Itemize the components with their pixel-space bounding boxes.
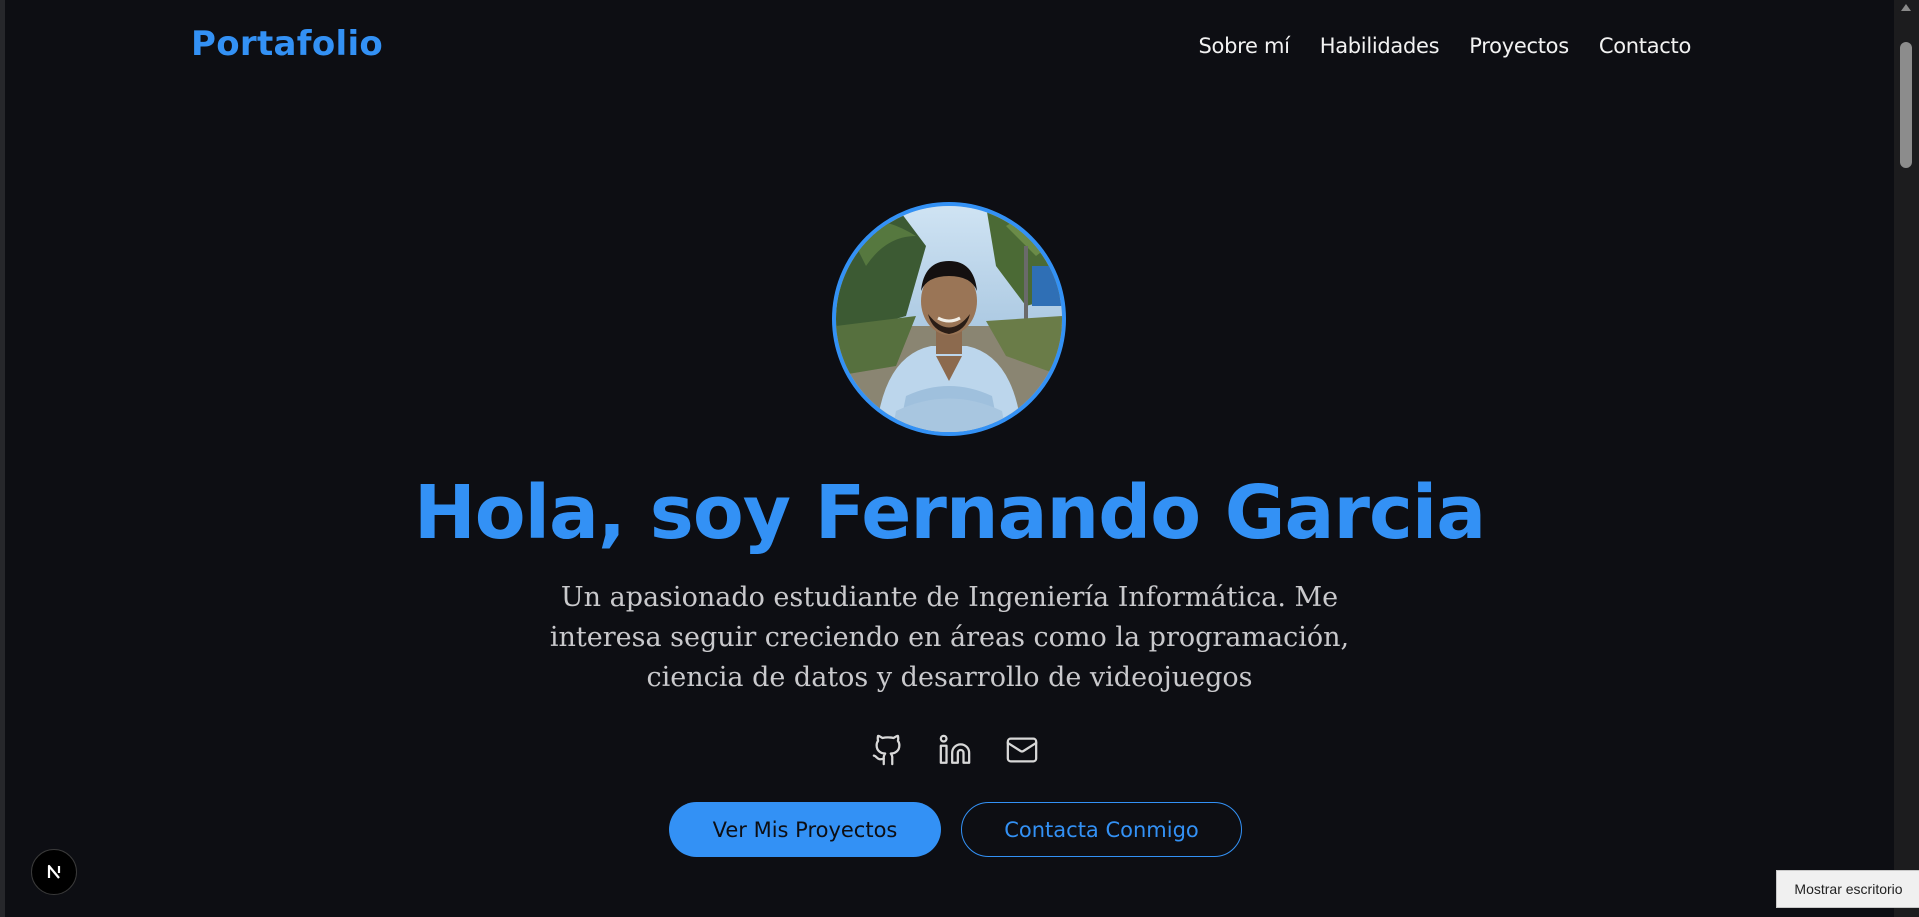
scrollbar-thumb[interactable] <box>1900 42 1912 168</box>
main-nav: Sobre mí Habilidades Proyectos Contacto <box>1199 34 1692 58</box>
social-links <box>871 733 1039 767</box>
contact-me-button[interactable]: Contacta Conmigo <box>961 802 1242 857</box>
nav-link-proyectos[interactable]: Proyectos <box>1469 34 1569 58</box>
github-icon[interactable] <box>871 733 905 767</box>
vertical-scrollbar[interactable] <box>1894 0 1919 917</box>
linkedin-icon[interactable] <box>938 733 972 767</box>
nextjs-dev-badge[interactable] <box>31 849 77 895</box>
site-logo[interactable]: Portafolio <box>191 24 383 64</box>
nav-link-habilidades[interactable]: Habilidades <box>1320 34 1440 58</box>
nav-link-contacto[interactable]: Contacto <box>1599 34 1691 58</box>
page-viewport: Portafolio Sobre mí Habilidades Proyecto… <box>5 0 1894 917</box>
nav-link-sobre-mi[interactable]: Sobre mí <box>1199 34 1290 58</box>
profile-avatar <box>832 202 1066 436</box>
hero-description: Un apasionado estudiante de Ingeniería I… <box>549 582 1350 693</box>
scroll-up-arrow-icon[interactable] <box>1901 4 1911 11</box>
show-desktop-tooltip: Mostrar escritorio <box>1776 870 1919 908</box>
mail-icon[interactable] <box>1005 733 1039 767</box>
site-header: Portafolio Sobre mí Habilidades Proyecto… <box>5 0 1894 95</box>
hero-title: Hola, soy Fernando Garcia <box>413 470 1486 556</box>
profile-photo <box>836 206 1062 432</box>
view-projects-button[interactable]: Ver Mis Proyectos <box>669 802 941 857</box>
nextjs-icon <box>47 864 61 879</box>
